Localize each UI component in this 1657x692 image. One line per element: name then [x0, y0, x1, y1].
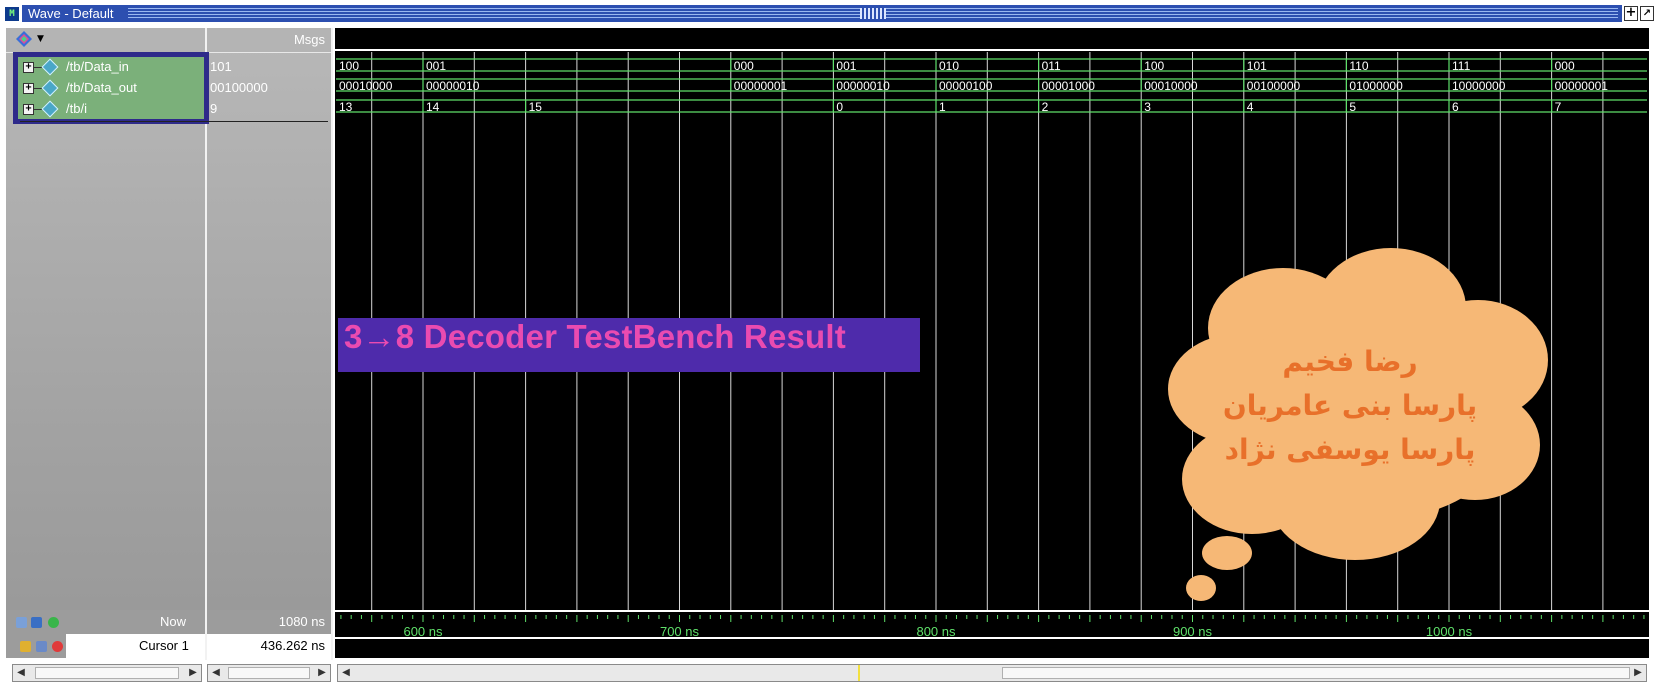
- scroll-right-icon[interactable]: ▶: [314, 665, 330, 681]
- time-ruler[interactable]: 600 ns 700 ns 800 ns 900 ns 1000 ns: [335, 610, 1649, 658]
- data-out-bus-value: 00000100: [939, 79, 993, 93]
- signal-name: /tb/i: [66, 101, 87, 116]
- title-banner: 3→8 Decoder TestBench Result: [338, 318, 920, 372]
- signal-value: 9: [210, 101, 218, 116]
- window-icon[interactable]: [31, 617, 42, 628]
- scrollbar-thumb[interactable]: [1002, 667, 1630, 679]
- scrollbar-thumb[interactable]: [228, 667, 310, 679]
- pane-splitter[interactable]: [205, 28, 207, 672]
- ruler-label: 900 ns: [1173, 624, 1213, 639]
- data-in-bus-value: 001: [836, 59, 856, 73]
- msgs-header: Msgs: [293, 32, 325, 47]
- drag-grip-icon[interactable]: [860, 8, 886, 19]
- edit-icon[interactable]: [36, 641, 47, 652]
- window-title: Wave - Default: [28, 5, 118, 22]
- signal-value: 101: [210, 59, 232, 74]
- cursor-marker: [858, 665, 860, 681]
- data-in-bus-value: 000: [734, 59, 754, 73]
- i-bus-value: 4: [1247, 100, 1254, 114]
- signal-row-data-out[interactable]: + /tb/Data_out: [20, 78, 200, 98]
- i-bus-value: 1: [939, 100, 946, 114]
- signal-pane-header: [6, 28, 205, 53]
- data-out-bus-value: 00001000: [1042, 79, 1096, 93]
- data-out-bus-value: 00000010: [426, 79, 480, 93]
- value-pane-scrollbar[interactable]: ◀ ▶: [207, 664, 331, 682]
- expand-icon[interactable]: +: [23, 62, 34, 73]
- data-out-bus-value: 00000010: [836, 79, 890, 93]
- ruler-label: 700 ns: [660, 624, 700, 639]
- delete-cursor-icon[interactable]: [52, 641, 63, 652]
- data-out-bus-value: 00010000: [339, 79, 393, 93]
- signal-row-data-in[interactable]: + /tb/Data_in: [20, 57, 200, 77]
- signal-value: 00100000: [210, 80, 268, 95]
- i-bus-value: 14: [426, 100, 440, 114]
- i-bus-value: 15: [529, 100, 543, 114]
- now-label: Now: [160, 614, 187, 629]
- i-bus-value: 6: [1452, 100, 1459, 114]
- data-in-bus-value: 010: [939, 59, 959, 73]
- signal-name: /tb/Data_in: [66, 59, 129, 74]
- wave-scrollbar[interactable]: ◀ ▶: [337, 664, 1647, 682]
- data-in-bus-value: 111: [1452, 59, 1471, 73]
- ruler-label: 800 ns: [916, 624, 956, 639]
- cursor-label[interactable]: Cursor 1: [139, 638, 189, 653]
- expand-icon[interactable]: +: [23, 104, 34, 115]
- data-out-bus-value: 00000001: [1555, 79, 1609, 93]
- scrollbar-thumb[interactable]: [35, 667, 179, 679]
- signal-list-underline: [20, 121, 328, 122]
- lock-icon[interactable]: [20, 641, 31, 652]
- signal-diamond-icon: [41, 100, 59, 118]
- data-in-bus-value: 000: [1555, 59, 1575, 73]
- data-in-bus-value: 101: [1247, 59, 1267, 73]
- i-bus-value: 0: [836, 100, 843, 114]
- signal-pane-scrollbar[interactable]: ◀ ▶: [12, 664, 202, 682]
- zoom-icon[interactable]: [16, 617, 27, 628]
- chevron-down-icon[interactable]: ▼: [37, 34, 44, 44]
- cloud-text: رضا فخیم پارسا بنی عامریان پارسا یوسفی ن…: [1220, 340, 1480, 472]
- ruler-label: 600 ns: [403, 624, 443, 639]
- banner-text: 3→8 Decoder TestBench Result: [344, 318, 846, 355]
- cloud-line: پارسا بنی عامریان: [1222, 389, 1478, 422]
- data-in-bus-value: 100: [1144, 59, 1164, 73]
- data-out-bus-value: 00000001: [734, 79, 788, 93]
- data-out-bus-value: 01000000: [1349, 79, 1403, 93]
- now-value: 1080 ns: [278, 614, 325, 629]
- signal-diamond-icon: [41, 79, 59, 97]
- expand-icon[interactable]: +: [23, 83, 34, 94]
- i-bus-value: 5: [1349, 100, 1356, 114]
- add-wave-icon[interactable]: [16, 31, 32, 47]
- ruler-label: 1000 ns: [1426, 624, 1473, 639]
- i-bus-value: 13: [339, 100, 353, 114]
- i-bus-value: 7: [1555, 100, 1562, 114]
- signal-value-pane: [207, 28, 331, 610]
- cloud-line: رضا فخیم: [1282, 345, 1418, 378]
- add-window-icon[interactable]: +: [1624, 6, 1638, 21]
- scroll-right-icon[interactable]: ▶: [185, 665, 201, 681]
- cursor-value: 436.262 ns: [260, 638, 325, 653]
- signal-row-i[interactable]: + /tb/i: [20, 99, 200, 119]
- app-icon: M: [4, 6, 20, 22]
- scroll-left-icon[interactable]: ◀: [208, 665, 224, 681]
- scroll-left-icon[interactable]: ◀: [13, 665, 29, 681]
- signal-name: /tb/Data_out: [66, 80, 137, 95]
- data-out-bus-value: 10000000: [1452, 79, 1506, 93]
- data-in-bus-value: 100: [339, 59, 359, 73]
- data-out-bus-value: 00010000: [1144, 79, 1198, 93]
- add-cursor-icon[interactable]: [48, 617, 59, 628]
- time-ruler-canvas: 600 ns 700 ns 800 ns 900 ns 1000 ns: [335, 610, 1649, 639]
- scroll-left-icon[interactable]: ◀: [338, 665, 354, 681]
- pane-splitter[interactable]: [331, 28, 333, 672]
- i-bus-value: 2: [1042, 100, 1049, 114]
- scroll-right-icon[interactable]: ▶: [1630, 665, 1646, 681]
- i-bus-value: 3: [1144, 100, 1151, 114]
- data-in-bus-value: 011: [1042, 59, 1061, 73]
- cloud-line: پارسا یوسفی نژاد: [1224, 433, 1476, 466]
- undock-icon[interactable]: ↗: [1640, 6, 1654, 21]
- data-out-bus-value: 00100000: [1247, 79, 1301, 93]
- signal-diamond-icon: [41, 58, 59, 76]
- data-in-bus-value: 110: [1349, 59, 1368, 73]
- data-in-bus-value: 001: [426, 59, 446, 73]
